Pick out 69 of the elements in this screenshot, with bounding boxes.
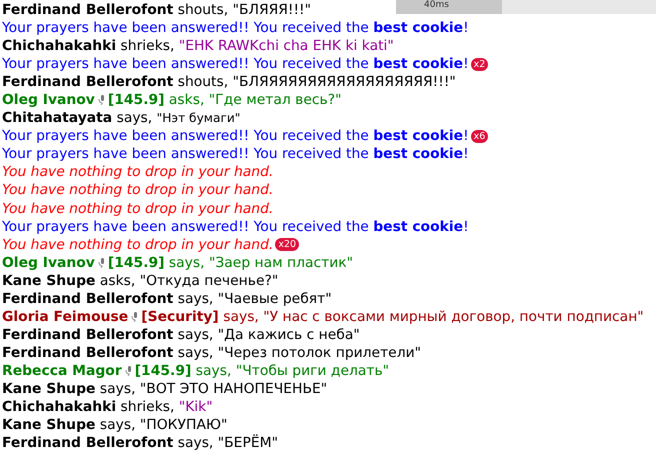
- speech-quote: "БЛЯЯЯЯЯЯЯЯЯЯЯЯЯЯЯЯЯЯ!!!": [232, 74, 456, 90]
- speech-verb: says,: [168, 254, 205, 271]
- speech-verb: asks,: [168, 92, 204, 108]
- speech-quote: "Да кажись с неба": [218, 326, 360, 343]
- speech-quote: "Заер нам пластик": [208, 254, 354, 271]
- speech-verb: says,: [100, 417, 136, 434]
- warning-message: You have nothing to drop in your hand.: [2, 164, 274, 180]
- speaker-name: Gloria Feimouse: [2, 308, 128, 325]
- speech-quote: "Откуда печенье?": [140, 272, 278, 289]
- speech-quote: "ВОТ ЭТО НАНОПЕЧЕНЬЕ": [140, 380, 328, 397]
- warning-message: You have nothing to drop in your hand.: [2, 236, 274, 253]
- speech-verb: shrieks,: [120, 399, 174, 416]
- speech-quote: "БЛЯЯЯ!!!": [232, 2, 312, 18]
- speech-quote: "БЕРЁМ": [218, 435, 278, 452]
- notice-message: Your prayers have been answered!! You received the best cookie!: [2, 146, 469, 162]
- speech-verb: says,: [196, 362, 232, 379]
- speech-verb: says,: [223, 308, 259, 325]
- speech-verb: says,: [100, 380, 136, 397]
- speaker-name: Chitahatayata: [2, 110, 112, 126]
- radio-icon: [131, 312, 138, 322]
- speech-verb: shrieks,: [120, 38, 174, 54]
- ping-text: 40ms: [396, 0, 502, 14]
- speaker-name: Ferdinand Bellerofont: [2, 2, 174, 18]
- speech-verb: says,: [178, 344, 214, 361]
- speaker-name: Ferdinand Bellerofont: [2, 344, 174, 361]
- count-badge: x2: [470, 58, 488, 71]
- speaker-name: Kane Shupe: [2, 272, 96, 289]
- speech-verb: says,: [178, 435, 214, 452]
- speaker-name: Ferdinand Bellerofont: [2, 435, 174, 452]
- radio-channel: [145.9]: [108, 92, 164, 108]
- radio-icon: [124, 366, 132, 376]
- speech-quote: "Где метал весь?": [208, 92, 342, 108]
- speech-verb: shouts,: [178, 74, 228, 90]
- speaker-name: Chichahakahki: [2, 38, 116, 54]
- speaker-name: Chichahakahki: [2, 399, 116, 416]
- notice-message: Your prayers have been answered!! You received the best cookie!: [2, 218, 469, 235]
- speech-verb: says,: [116, 110, 152, 126]
- radio-channel: [145.9]: [108, 254, 164, 271]
- speech-quote: "EHK RAWKchi cha EHK ki kati": [178, 38, 394, 54]
- notice-message: Your prayers have been answered!! You received the best cookie!: [2, 20, 469, 36]
- speaker-name: Ferdinand Bellerofont: [2, 290, 174, 307]
- radio-icon: [98, 258, 105, 268]
- notice-message: Your prayers have been answered!! You received the best cookie!: [2, 128, 469, 144]
- speech-quote: "Чтобы риги делать": [236, 362, 390, 379]
- speaker-name: Kane Shupe: [2, 380, 96, 397]
- speech-quote: "ПОКУПАЮ": [140, 417, 228, 434]
- speaker-name: Oleg Ivanov: [2, 254, 95, 271]
- count-badge: x6: [470, 130, 488, 144]
- speech-verb: shouts,: [178, 2, 228, 18]
- speech-quote: "У нас с воксами мирный договор, почти подписан": [263, 308, 644, 325]
- speech-verb: asks,: [100, 272, 136, 289]
- warning-message: You have nothing to drop in your hand.: [2, 200, 274, 217]
- speaker-name: Ferdinand Bellerofont: [2, 326, 174, 343]
- speech-verb: says,: [178, 290, 214, 307]
- count-badge: x20: [275, 238, 300, 252]
- speech-quote: "Kik": [178, 399, 213, 416]
- speaker-name: Kane Shupe: [2, 417, 96, 434]
- speech-verb: says,: [178, 326, 214, 343]
- speech-quote: "Нэт бумаги": [156, 111, 240, 126]
- speaker-name: Ferdinand Bellerofont: [2, 74, 174, 90]
- radio-channel: [Security]: [141, 308, 219, 325]
- speech-quote: "Чаевые ребят": [218, 290, 332, 307]
- notice-message: Your prayers have been answered!! You received the best cookie!: [2, 56, 469, 72]
- speaker-name: Rebecca Magor: [2, 362, 122, 379]
- warning-message: You have nothing to drop in your hand.: [2, 182, 274, 198]
- speaker-name: Oleg Ivanov: [2, 92, 95, 108]
- radio-channel: [145.9]: [134, 362, 192, 379]
- radio-icon: [98, 95, 105, 106]
- speech-quote: "Через потолок прилетели": [218, 344, 422, 361]
